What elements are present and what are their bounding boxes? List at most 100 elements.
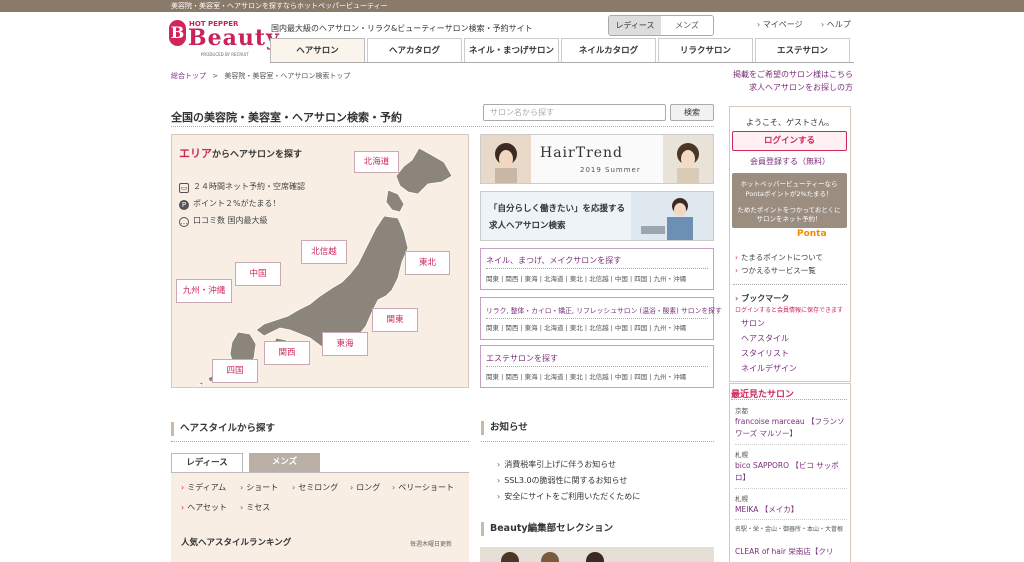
jobs-banner-line1: 「自分らしく働きたい」を応援する <box>489 204 626 214</box>
points-info-link[interactable]: たまるポイントについて <box>735 252 823 263</box>
style-link-medium[interactable]: ミディアム <box>181 482 226 493</box>
hairtrend-title: HairTrend <box>540 145 624 161</box>
tab-nail-catalog[interactable]: ネイルカタログ <box>561 38 656 63</box>
bookmark-stylist[interactable]: スタイリスト <box>741 348 789 359</box>
style-link-semilong[interactable]: セミロング <box>292 482 338 493</box>
recent-separator <box>735 488 847 489</box>
recent-area-1: 京都 <box>735 407 748 415</box>
recent-area-2: 札幌 <box>735 451 748 459</box>
esthe-divider <box>486 366 708 367</box>
page-title: 全国の美容院・美容室・ヘアサロン検索・予約 <box>171 111 402 124</box>
relax-region-links[interactable]: 関東 | 関西 | 東海 | 北海道 | 東北 | 北信越 | 中国 | 四国 … <box>486 322 686 332</box>
chevron-right-icon: › <box>821 20 825 29</box>
region-tohoku-button[interactable]: 東北 <box>405 251 450 275</box>
jobs-link[interactable]: 求人ヘアサロンをお探しの方 <box>700 82 853 93</box>
region-tokai-button[interactable]: 東海 <box>322 332 368 356</box>
hairstyle-section-title: ヘアスタイルから探す <box>171 422 275 436</box>
region-kanto-button[interactable]: 関東 <box>372 308 418 332</box>
tab-hair-salon[interactable]: ヘアサロン <box>270 38 365 63</box>
region-chugoku-button[interactable]: 中国 <box>235 262 281 286</box>
ponta-line1: ホットペッパービューティーなら <box>740 180 838 188</box>
mypage-label: マイページ <box>762 20 803 29</box>
nail-search-title[interactable]: ネイル、まつげ、メイクサロンを探す <box>486 255 621 266</box>
breadcrumb-current: 美容院・美容室・ヘアサロン検索トップ <box>224 72 351 80</box>
chevron-right-icon: › <box>757 20 761 29</box>
hairstyle-tab-ladies[interactable]: レディース <box>171 453 243 473</box>
mypage-link[interactable]: › マイページ <box>757 19 803 30</box>
bookmark-hairstyle[interactable]: ヘアスタイル <box>741 333 789 344</box>
logo-beauty[interactable]: Beauty <box>188 25 280 51</box>
editorial-images[interactable] <box>480 547 714 562</box>
breadcrumb-home[interactable]: 総合トップ <box>171 72 206 80</box>
news-item-ssl[interactable]: SSL3.0の脆弱性に関するお知らせ <box>497 475 627 486</box>
breadcrumb: 総合トップ > 美容院・美容室・ヘアサロン検索トップ <box>171 71 350 81</box>
esthe-search-title[interactable]: エステサロンを探す <box>486 353 558 364</box>
ranking-update-note: 毎週木曜日更新 <box>410 541 453 548</box>
ponta-line2: Pontaポイントが2%たまる！ <box>745 190 833 198</box>
ponta-line4: サロンをネット予約！ <box>756 215 822 223</box>
recent-salon-3[interactable]: MEIKA 【メイカ】 <box>735 504 847 516</box>
esthe-region-links[interactable]: 関東 | 関西 | 東海 | 北海道 | 東北 | 北信越 | 中国 | 四国 … <box>486 371 686 381</box>
listing-link[interactable]: 掲載をご希望のサロン様はこちら <box>700 69 853 80</box>
help-link[interactable]: › ヘルプ <box>821 19 851 30</box>
recent-divider <box>731 399 847 400</box>
tab-nail-eyelash[interactable]: ネイル・まつげサロン <box>464 38 559 63</box>
tab-esthe-salon[interactable]: エステサロン <box>755 38 850 63</box>
welcome-text: ようこそ、ゲストさん。 <box>746 118 834 127</box>
recent-separator <box>735 444 847 445</box>
help-label: ヘルプ <box>826 20 851 29</box>
news-item-safety[interactable]: 安全にサイトをご利用いただくために <box>497 491 640 502</box>
jobs-banner-line2: 求人ヘアサロン検索 <box>489 221 566 231</box>
logo-recruit: PRODUCED BY RECRUIT <box>201 52 249 57</box>
recent-separator <box>735 519 847 520</box>
signup-link[interactable]: 会員登録する（無料） <box>729 156 851 167</box>
bookmark-salon[interactable]: サロン <box>741 318 765 329</box>
style-link-mrs[interactable]: ミセス <box>240 502 270 513</box>
region-kyushu-okinawa-button[interactable]: 九州・沖縄 <box>176 279 232 303</box>
ponta-logo: Ponta <box>797 229 827 239</box>
login-button[interactable]: ログインする <box>732 131 847 151</box>
hairstyle-tab-mens[interactable]: メンズ <box>249 453 320 473</box>
top-banner: 美容院・美容室・ヘアサロンを探すならホットペッパービューティー <box>0 0 1024 12</box>
top-banner-text: 美容院・美容室・ヘアサロンを探すならホットペッパービューティー <box>171 2 388 10</box>
editorial-section-title: Beauty編集部セレクション <box>481 522 613 536</box>
bookmark-title: ブックマーク <box>735 293 789 304</box>
services-link[interactable]: つかえるサービス一覧 <box>735 265 816 276</box>
recent-salon-2[interactable]: bico SAPPORO 【ビコ サッポロ】 <box>735 460 847 484</box>
sidebar-divider <box>733 284 847 285</box>
style-link-short[interactable]: ショート <box>240 482 278 493</box>
nav-divider <box>270 62 854 63</box>
region-hokkaido-button[interactable]: 北海道 <box>354 151 399 173</box>
nail-region-links[interactable]: 関東 | 関西 | 東海 | 北海道 | 東北 | 北信越 | 中国 | 四国 … <box>486 273 686 283</box>
salon-search-input[interactable]: サロン名から探す <box>483 104 666 121</box>
region-hokushinetsu-button[interactable]: 北信越 <box>301 240 347 264</box>
breadcrumb-separator: > <box>212 72 219 80</box>
relax-search-title[interactable]: リラク, 整体・カイロ・矯正, リフレッシュサロン (温浴・酸素) サロンを探す <box>486 305 722 315</box>
style-link-hairset[interactable]: ヘアセット <box>181 502 227 513</box>
recent-salon-4[interactable]: CLEAR of hair 栄南店【クリ <box>735 546 847 558</box>
recent-area-3: 札幌 <box>735 495 748 503</box>
title-divider <box>171 126 714 127</box>
news-divider <box>481 441 714 442</box>
site-tagline: 国内最大級のヘアサロン・リラク&ビューティーサロン検索・予約サイト <box>271 24 533 33</box>
bookmark-nail-design[interactable]: ネイルデザイン <box>741 363 797 374</box>
search-button[interactable]: 検索 <box>670 104 714 121</box>
jobs-banner[interactable] <box>480 191 714 241</box>
region-shikoku-button[interactable]: 四国 <box>212 359 258 383</box>
recent-salon-1[interactable]: francoise marceau 【フランソワーズ マルソー】 <box>735 416 847 440</box>
gender-toggle: レディース メンズ <box>608 15 714 36</box>
nail-divider <box>486 268 708 269</box>
hairtrend-subtitle: 2019 Summer <box>580 166 641 174</box>
region-kansai-button[interactable]: 関西 <box>264 341 310 365</box>
bookmark-note: ログインすると会員情報に保存できます <box>735 307 844 314</box>
news-item-tax[interactable]: 消費税率引上げに伴うお知らせ <box>497 459 616 470</box>
tab-hair-catalog[interactable]: ヘアカタログ <box>367 38 462 63</box>
editorial-photos <box>501 552 604 562</box>
recent-area-4: 名駅・栄・金山・御器所・本山・大曽根 <box>735 526 844 533</box>
gender-ladies-button[interactable]: レディース <box>609 16 661 35</box>
style-link-long[interactable]: ロング <box>350 482 380 493</box>
logo-badge[interactable]: B <box>169 20 186 46</box>
style-link-veryshort[interactable]: ベリーショート <box>392 482 454 493</box>
gender-mens-button[interactable]: メンズ <box>661 16 713 35</box>
tab-relax-salon[interactable]: リラクサロン <box>658 38 753 63</box>
